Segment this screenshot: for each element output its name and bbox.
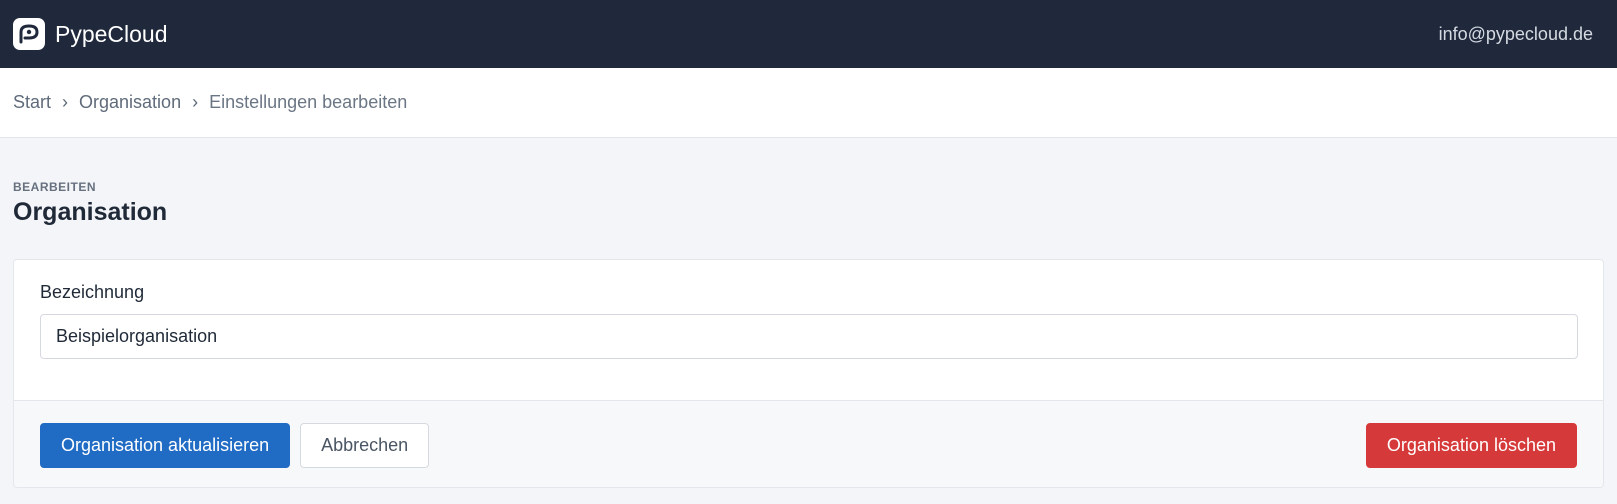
brand-link[interactable]: PypeCloud	[13, 18, 168, 50]
cancel-button[interactable]: Abbrechen	[300, 422, 430, 468]
user-email-menu[interactable]: info@pypecloud.de	[1439, 24, 1593, 45]
breadcrumb-separator: ›	[192, 92, 199, 112]
page-title: Organisation	[13, 198, 168, 226]
update-organisation-button[interactable]: Organisation aktualisieren	[40, 422, 291, 468]
cloud-logo-icon	[13, 18, 45, 50]
brand-name: PypeCloud	[55, 20, 168, 47]
breadcrumb-separator: ›	[62, 92, 69, 112]
primary-actions: Organisation aktualisieren Abbrechen	[40, 422, 430, 468]
breadcrumb-item-current: Einstellungen bearbeiten	[209, 92, 408, 112]
page-header: BEARBEITEN Organisation	[0, 138, 1617, 227]
form-body: Bezeichnung	[14, 260, 1603, 400]
breadcrumb: Start › Organisation › Einstellungen bea…	[0, 68, 1617, 138]
top-navbar: PypeCloud info@pypecloud.de	[0, 0, 1617, 68]
delete-organisation-button[interactable]: Organisation löschen	[1365, 422, 1577, 468]
breadcrumb-item-start[interactable]: Start	[13, 92, 51, 113]
name-field-label: Bezeichnung	[40, 282, 145, 302]
page-pretitle: BEARBEITEN	[13, 180, 97, 194]
name-input[interactable]	[40, 314, 1578, 359]
breadcrumb-item-organisation[interactable]: Organisation	[79, 92, 181, 113]
organisation-form-card: Bezeichnung Organisation aktualisieren A…	[13, 259, 1604, 488]
form-footer: Organisation aktualisieren Abbrechen Org…	[14, 400, 1603, 487]
